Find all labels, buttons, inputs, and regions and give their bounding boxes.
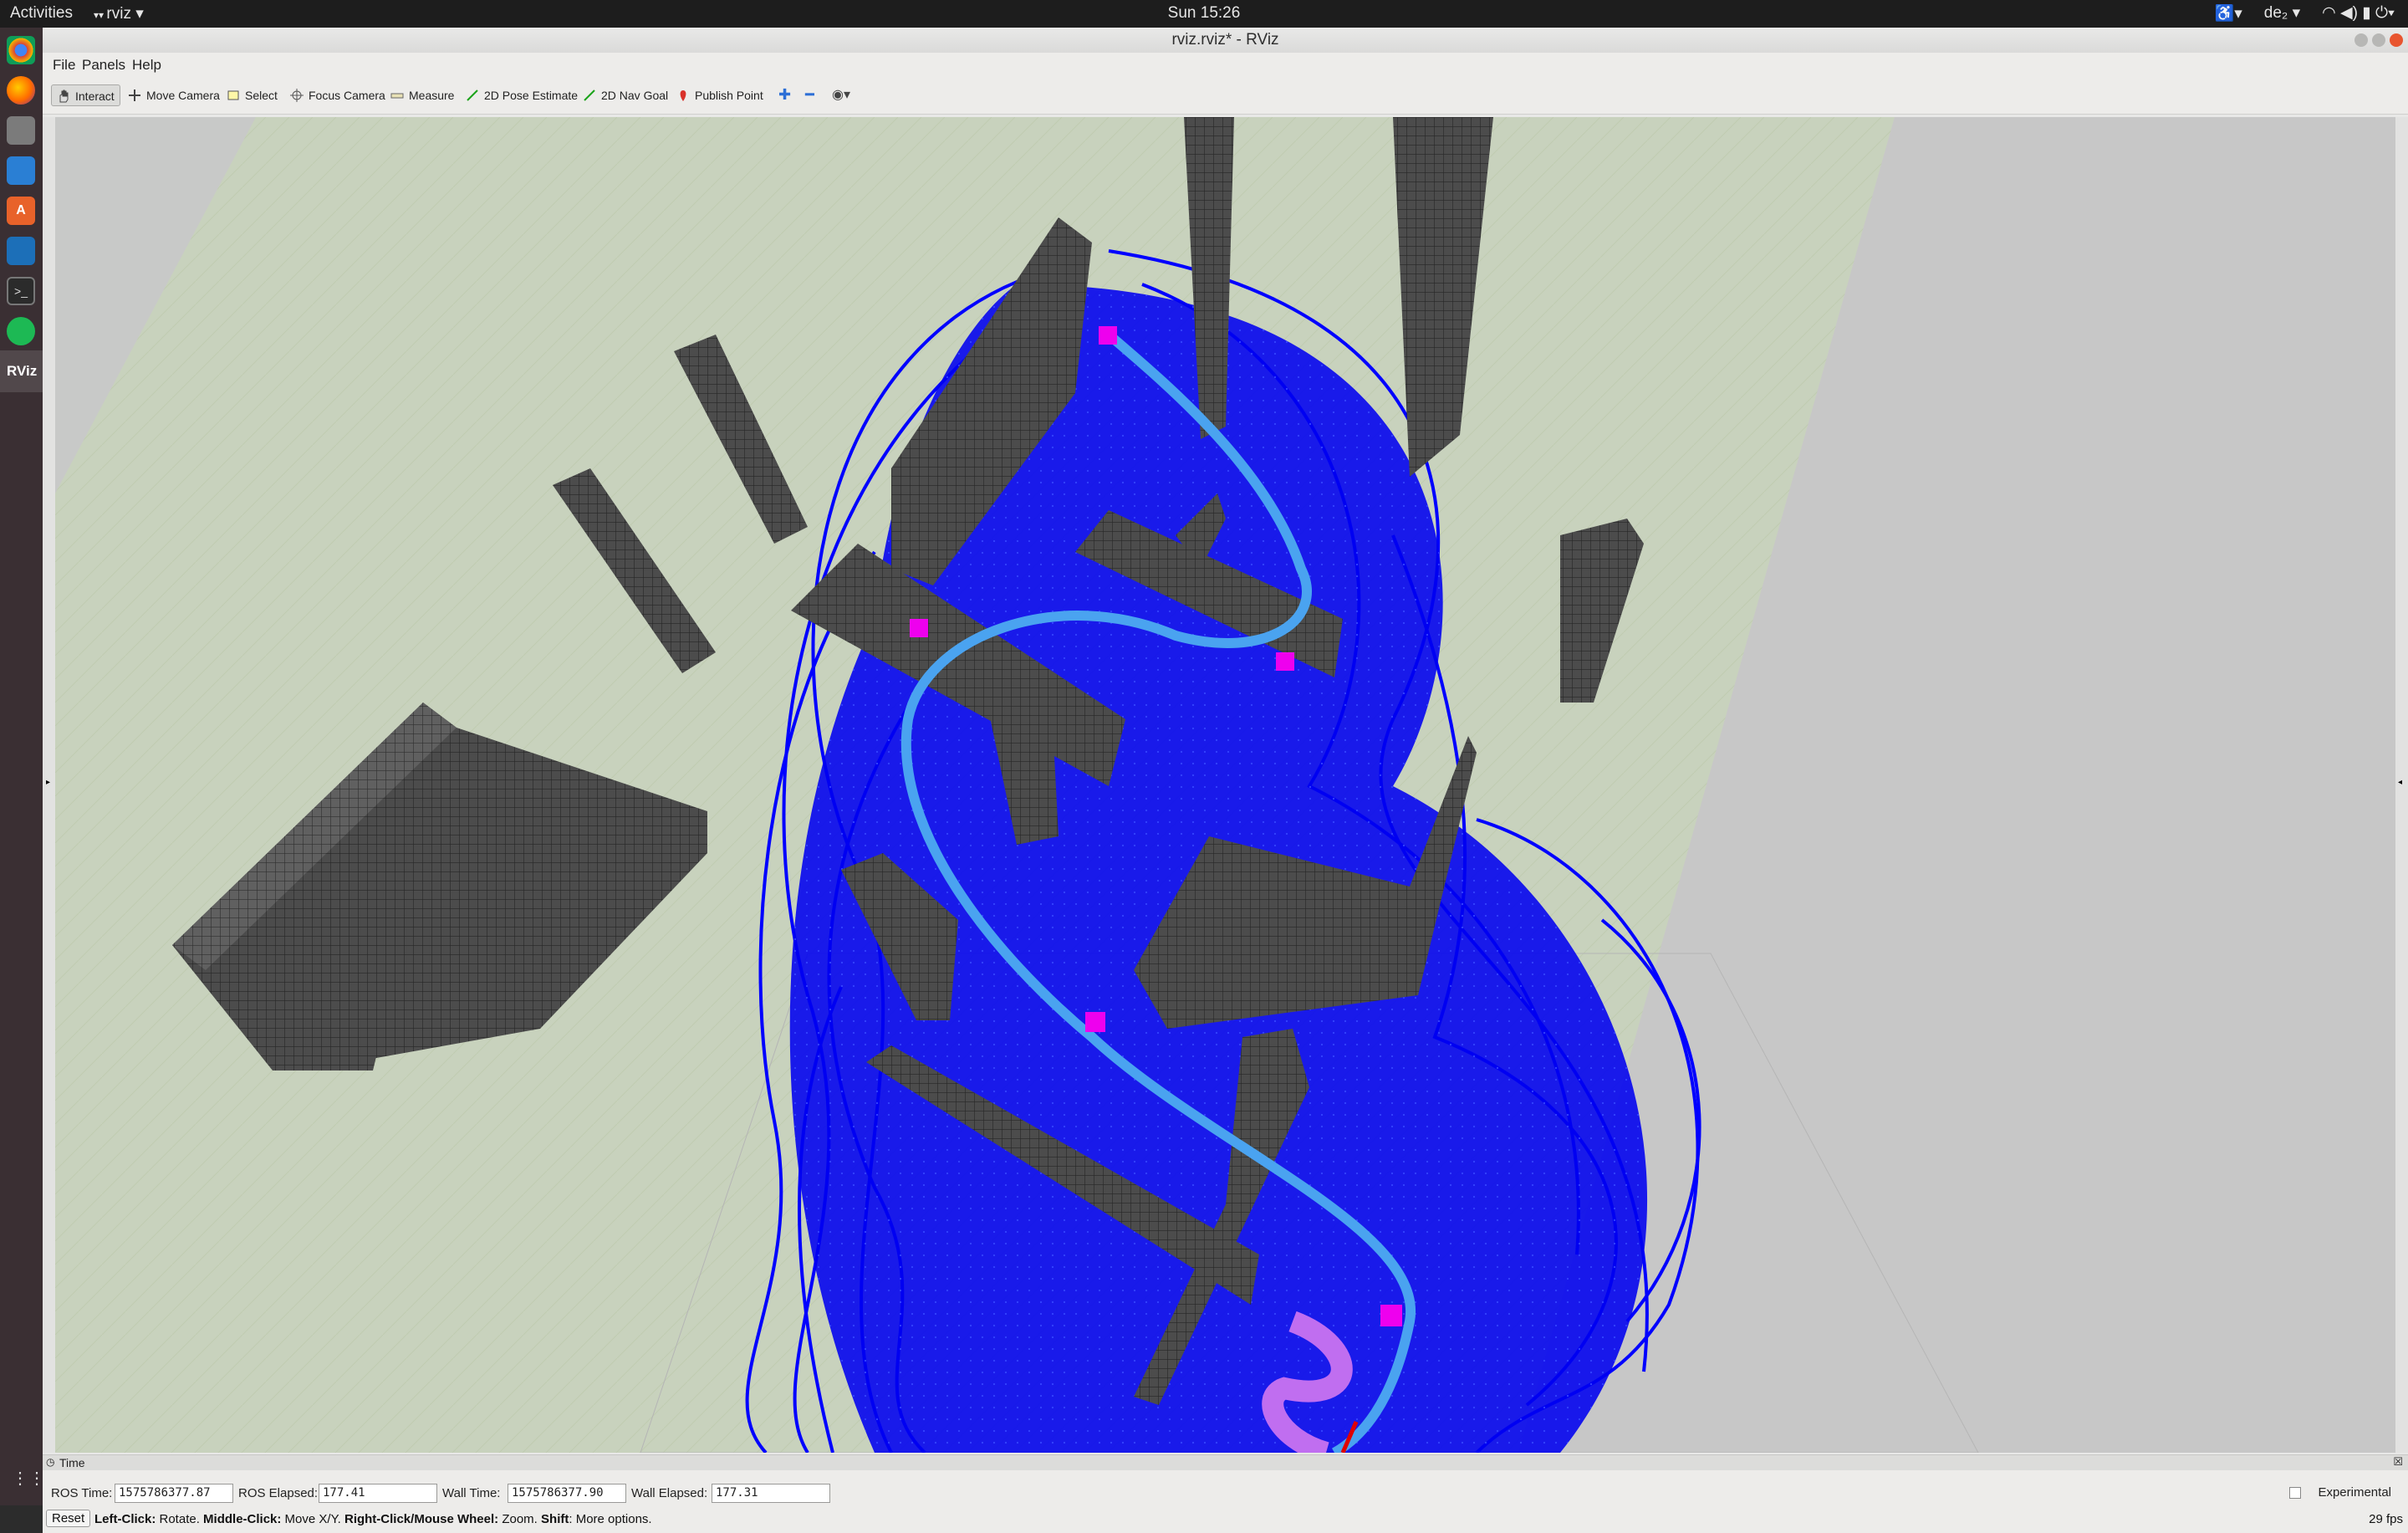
select-label: Select (245, 89, 278, 102)
wall-elapsed-label: Wall Elapsed: (631, 1486, 708, 1500)
firefox-icon[interactable] (7, 76, 35, 105)
time-panel-title: Time (59, 1456, 85, 1469)
gnome-top-bar: Activities ▾▾ rviz ▾ Sun 15:26 ♿▾ de₂ ▾ … (0, 0, 2408, 28)
dock: A >_ RViz ⋮⋮⋮ (0, 28, 62, 1505)
reset-button[interactable]: Reset (46, 1510, 91, 1527)
tool-properties-icon[interactable]: ◉▾ (832, 86, 852, 105)
waypoint-marker (1085, 1012, 1105, 1032)
waypoint-marker (910, 619, 928, 637)
move-arrows-icon (129, 89, 140, 101)
green-arrow-icon (584, 89, 595, 101)
interact-label: Interact (75, 89, 115, 103)
remove-tool-icon[interactable]: ━ (805, 86, 822, 105)
wifi-icon: ◠ (2322, 4, 2336, 22)
close-panel-icon[interactable]: ☒ (2393, 1455, 2403, 1469)
time-panel: ◷ Time ☒ ROS Time: 1575786377.87 ROS Ela… (43, 1454, 2408, 1505)
close-button[interactable] (2390, 33, 2403, 47)
maximize-button[interactable] (2372, 33, 2385, 47)
writer-icon[interactable] (7, 156, 35, 185)
pose-estimate-label: 2D Pose Estimate (484, 89, 579, 102)
green-arrow-icon (467, 89, 478, 101)
measure-label: Measure (409, 89, 455, 102)
experimental-checkbox[interactable] (2289, 1487, 2301, 1499)
spotify-icon[interactable] (7, 317, 35, 345)
menu-help[interactable]: Help (132, 57, 161, 74)
waypoint-marker (1099, 326, 1117, 345)
status-bar: Reset Left-Click: Rotate. Middle-Click: … (43, 1505, 2408, 1533)
clock[interactable]: Sun 15:26 (0, 4, 2408, 23)
render-3d-view[interactable] (55, 117, 2395, 1453)
rviz-window: rviz.rviz* - RViz File Panels Help Inter… (43, 28, 2408, 1533)
terminal-icon[interactable]: >_ (7, 277, 35, 305)
ros-time-field[interactable]: 1575786377.87 (115, 1484, 233, 1503)
help-desc: Rotate. (156, 1512, 204, 1526)
volume-icon: ◀) (2340, 4, 2358, 22)
expand-left-icon: ▸ (46, 778, 51, 787)
help-text: Left-Click: Rotate. Middle-Click: Move X… (94, 1512, 652, 1526)
measure-tool[interactable]: Measure (385, 84, 459, 106)
focus-camera-tool[interactable]: Focus Camera (285, 84, 390, 106)
ros-elapsed-field[interactable]: 177.41 (319, 1484, 437, 1503)
time-panel-header: ◷ Time ☒ (43, 1455, 2408, 1470)
menu-bar: File Panels Help (43, 53, 2408, 76)
clock-icon: ◷ (46, 1456, 55, 1468)
ruler-icon (390, 93, 404, 99)
left-dock-collapse[interactable]: ▸ (43, 117, 55, 1453)
hand-icon (59, 89, 69, 103)
wall-time-field[interactable]: 1575786377.90 (508, 1484, 626, 1503)
help-key: Left-Click: (94, 1512, 156, 1526)
move-camera-label: Move Camera (146, 89, 220, 102)
help-desc: Zoom. (498, 1512, 542, 1526)
select-box-icon (227, 90, 239, 100)
publish-point-tool[interactable]: Publish Point (671, 84, 768, 106)
right-dock-collapse[interactable]: ◂ (2395, 117, 2408, 1453)
title-bar: rviz.rviz* - RViz (43, 28, 2408, 53)
menu-panels[interactable]: Panels (82, 57, 125, 74)
show-apps-icon[interactable]: ⋮⋮⋮ (12, 1468, 62, 1488)
expand-right-icon: ◂ (2398, 778, 2403, 787)
interact-tool[interactable]: Interact (51, 84, 120, 106)
accessibility-icon[interactable]: ♿▾ (2215, 3, 2242, 23)
help-key: Right-Click/Mouse Wheel: (344, 1512, 499, 1526)
ros-time-label: ROS Time: (51, 1486, 113, 1500)
help-desc: Move X/Y. (281, 1512, 344, 1526)
waypoint-marker (1276, 652, 1294, 671)
power-icon: ⏻▾ (2375, 4, 2395, 22)
select-tool[interactable]: Select (222, 84, 283, 106)
wall-elapsed-field[interactable]: 177.31 (712, 1484, 830, 1503)
waypoint-marker (1380, 1305, 1402, 1326)
fps-readout: 29 fps (2369, 1512, 2403, 1526)
keyboard-layout[interactable]: de₂ ▾ (2264, 3, 2300, 23)
move-camera-tool[interactable]: Move Camera (123, 84, 225, 106)
add-tool-icon[interactable]: ✚ (778, 86, 795, 105)
experimental-label: Experimental (2318, 1485, 2391, 1500)
files-icon[interactable] (7, 116, 35, 145)
rviz-icon[interactable]: RViz (7, 357, 37, 386)
wall-time-label: Wall Time: (442, 1486, 501, 1500)
window-title: rviz.rviz* - RViz (1171, 31, 1279, 49)
help-key: Middle-Click: (203, 1512, 282, 1526)
battery-icon: ▮ (2362, 4, 2371, 22)
software-center-icon[interactable]: A (7, 197, 35, 225)
chrome-icon[interactable] (7, 36, 35, 64)
nav-goal-label: 2D Nav Goal (601, 89, 669, 102)
map-pin-icon (680, 90, 686, 101)
help-key: Shift (541, 1512, 569, 1526)
system-tray[interactable]: ◠ ◀) ▮ ⏻▾ (2322, 3, 2395, 23)
nav-goal-tool[interactable]: 2D Nav Goal (578, 84, 673, 106)
pose-estimate-tool[interactable]: 2D Pose Estimate (461, 84, 583, 106)
menu-file[interactable]: File (53, 57, 75, 74)
keyboard-layout-label: de₂ (2263, 4, 2288, 22)
vscode-icon[interactable] (7, 237, 35, 265)
ros-elapsed-label: ROS Elapsed: (238, 1486, 319, 1500)
scene (55, 117, 2395, 1453)
minimize-button[interactable] (2354, 33, 2368, 47)
focus-camera-label: Focus Camera (309, 89, 385, 102)
crosshair-icon (290, 89, 304, 102)
publish-point-label: Publish Point (695, 89, 763, 102)
tool-bar: Interact Move Camera Select Focus Camera… (43, 76, 2408, 115)
help-desc: : More options. (569, 1512, 652, 1526)
